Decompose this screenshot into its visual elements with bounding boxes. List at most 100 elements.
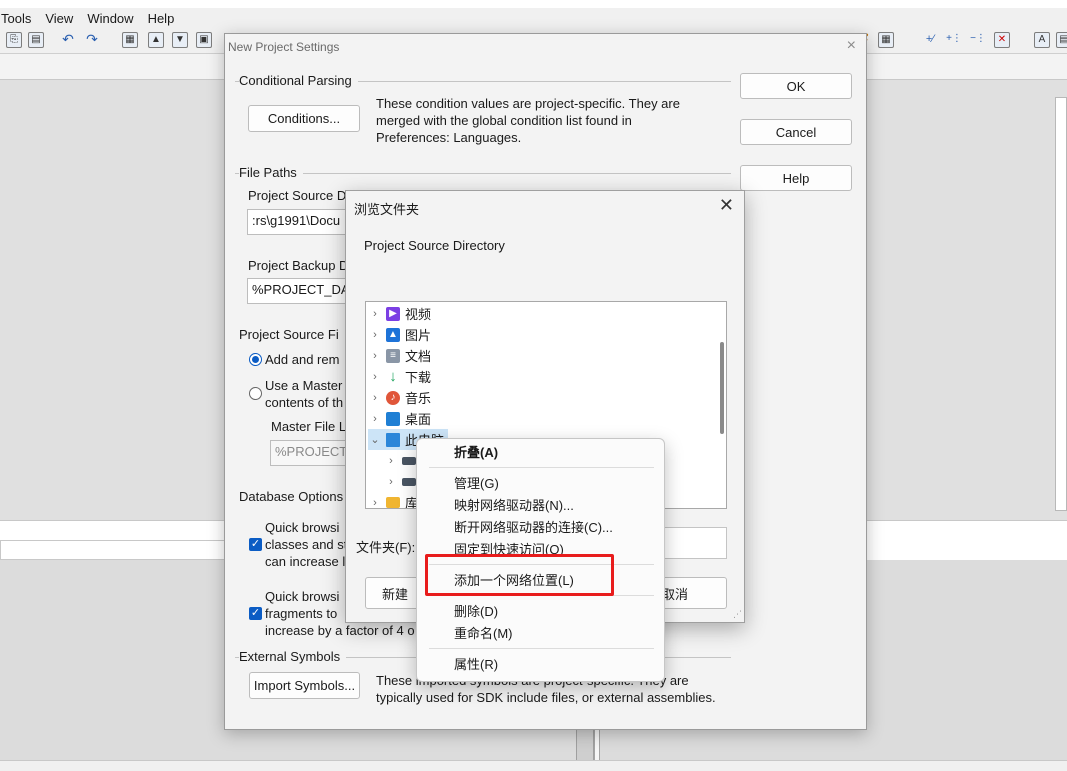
database-options-heading: Database Options bbox=[239, 489, 344, 504]
ok-button[interactable]: OK bbox=[740, 73, 852, 99]
music-icon: ♪ bbox=[386, 390, 400, 405]
library-folder-icon bbox=[386, 497, 400, 508]
chevron-right-icon[interactable]: › bbox=[368, 413, 382, 425]
resize-grip-icon[interactable]: ⋰ bbox=[733, 609, 742, 620]
chevron-right-icon[interactable]: › bbox=[384, 476, 398, 488]
paste-icon[interactable]: ▤ bbox=[28, 32, 44, 48]
picture-icon: ▲ bbox=[386, 327, 400, 342]
chevron-right-icon[interactable]: › bbox=[368, 350, 382, 362]
master-file-option-label: Use a Master contents of th bbox=[265, 377, 343, 411]
menu-item-disconnect-drive[interactable]: 断开网络驱动器的连接(C)... bbox=[454, 518, 613, 538]
add-remove-label: Add and rem bbox=[265, 352, 340, 367]
font-icon[interactable]: A bbox=[1034, 32, 1050, 48]
master-file-label: Master File L bbox=[271, 419, 347, 434]
chevron-right-icon[interactable]: › bbox=[368, 308, 382, 320]
more-icon[interactable]: ▤ bbox=[1056, 32, 1067, 48]
browse-icon[interactable]: ▦ bbox=[122, 32, 138, 48]
close-icon[interactable]: × bbox=[847, 37, 856, 55]
quick-browse-text-2c: increase by a factor of 4 o bbox=[265, 623, 415, 638]
chevron-right-icon[interactable]: › bbox=[368, 392, 382, 404]
option-line: contents of th bbox=[265, 395, 344, 410]
view-icon[interactable]: ▣ bbox=[196, 32, 212, 48]
export-icon[interactable]: ▲ bbox=[148, 32, 164, 48]
menu-item-manage[interactable]: 管理(G) bbox=[454, 474, 499, 494]
tree-scrollbar-thumb[interactable] bbox=[720, 342, 724, 434]
menu-separator bbox=[429, 467, 654, 468]
drive-icon bbox=[402, 477, 416, 486]
tree-item-label: 下载 bbox=[405, 370, 432, 385]
computer-icon bbox=[386, 432, 400, 447]
backup-dir-field[interactable]: %PROJECT_DAT bbox=[247, 278, 357, 304]
description-line: These condition values are project-speci… bbox=[376, 96, 680, 111]
add-remove-radio[interactable] bbox=[249, 353, 262, 366]
source-files-heading: Project Source Fi bbox=[239, 327, 339, 342]
tree-item-pictures[interactable]: › ▲ 图片 bbox=[368, 324, 431, 345]
quick-browse-checkbox-2[interactable]: ✓ bbox=[249, 607, 262, 620]
group-divider bbox=[235, 173, 731, 174]
menu-item-map-drive[interactable]: 映射网络驱动器(N)... bbox=[454, 496, 574, 516]
import-symbols-button[interactable]: Import Symbols... bbox=[249, 672, 360, 699]
description-line: typically used for SDK include files, or… bbox=[376, 690, 716, 705]
chevron-right-icon[interactable]: › bbox=[368, 329, 382, 341]
quick-browse-text-2b: fragments to bbox=[265, 606, 338, 621]
tree-item-videos[interactable]: › ▶ 视频 bbox=[368, 303, 431, 324]
redo-icon[interactable]: ↷ bbox=[84, 32, 100, 48]
menu-item-delete[interactable]: 删除(D) bbox=[454, 602, 498, 622]
cancel-label: 取消 bbox=[661, 586, 688, 602]
description-line: Preferences: Languages. bbox=[376, 130, 522, 145]
copy-icon[interactable]: ⎘ bbox=[6, 32, 22, 48]
status-bar bbox=[0, 760, 1067, 771]
menu-window[interactable]: Window bbox=[86, 11, 138, 26]
side-panel bbox=[1055, 97, 1067, 511]
quick-browse-checkbox-1[interactable]: ✓ bbox=[249, 538, 262, 551]
cancel-button[interactable]: Cancel bbox=[740, 119, 852, 145]
undo-icon[interactable]: ↶ bbox=[60, 32, 76, 48]
help-button[interactable]: Help bbox=[740, 165, 852, 191]
menu-view[interactable]: View bbox=[44, 11, 78, 26]
tree-item-label: 图片 bbox=[405, 328, 432, 343]
desktop-icon bbox=[386, 411, 400, 426]
description-line: merged with the global condition list fo… bbox=[376, 113, 632, 128]
menu-help[interactable]: Help bbox=[147, 11, 180, 26]
menu-tools[interactable]: Tools bbox=[0, 11, 36, 26]
delete-icon[interactable]: ✕ bbox=[994, 32, 1010, 48]
master-file-field[interactable]: %PROJECT_ bbox=[270, 440, 350, 466]
download-icon: ↓ bbox=[389, 368, 397, 385]
menu-item-rename[interactable]: 重命名(M) bbox=[454, 624, 513, 644]
tree-item-downloads[interactable]: › ↓ 下载 bbox=[368, 366, 431, 387]
tree-item-documents[interactable]: › ≡ 文档 bbox=[368, 345, 431, 366]
video-icon: ▶ bbox=[386, 306, 400, 321]
close-icon[interactable]: ✕ bbox=[719, 195, 734, 216]
new-folder-label: 新建 bbox=[381, 586, 408, 602]
chevron-right-icon[interactable]: › bbox=[368, 497, 382, 509]
menu-separator bbox=[429, 648, 654, 649]
conditions-button[interactable]: Conditions... bbox=[248, 105, 360, 132]
lower-panel-field bbox=[0, 540, 225, 560]
backup-dir-label: Project Backup D bbox=[248, 258, 349, 273]
quick-browse-text-1: Quick browsi bbox=[265, 520, 340, 535]
chevron-right-icon[interactable]: › bbox=[368, 371, 382, 383]
option-line: Use a Master bbox=[265, 378, 343, 393]
remove-lines-icon[interactable]: −⋮ bbox=[970, 32, 986, 48]
tree-scrollbar[interactable] bbox=[718, 306, 724, 504]
tree-item-desktop[interactable]: › 桌面 bbox=[368, 408, 431, 429]
grid-icon[interactable]: ▦ bbox=[878, 32, 894, 48]
tree-item-music[interactable]: › ♪ 音乐 bbox=[368, 387, 431, 408]
menu-item-properties[interactable]: 属性(R) bbox=[454, 655, 498, 675]
tree-item-libraries[interactable]: › 库 bbox=[368, 492, 418, 509]
browse-dialog-title: 浏览文件夹 bbox=[354, 202, 420, 217]
chevron-down-icon[interactable]: ⌄ bbox=[368, 433, 382, 446]
conditions-description: These condition values are project-speci… bbox=[376, 95, 680, 146]
source-dir-field[interactable]: :rs\g1991\Docu bbox=[247, 209, 357, 235]
master-file-radio[interactable] bbox=[249, 387, 262, 400]
insert-lines-icon[interactable]: +⋮ bbox=[946, 32, 962, 48]
import-icon[interactable]: ▼ bbox=[172, 32, 188, 48]
drive-icon bbox=[402, 456, 416, 465]
menu-item-collapse[interactable]: 折叠(A) bbox=[454, 443, 498, 463]
conditional-parsing-heading: Conditional Parsing bbox=[239, 73, 358, 88]
file-paths-heading: File Paths bbox=[239, 165, 303, 180]
add-mark-icon[interactable]: +⁄ bbox=[922, 32, 938, 48]
chevron-right-icon[interactable]: › bbox=[384, 455, 398, 467]
quick-browse-text-2: Quick browsi bbox=[265, 589, 340, 604]
annotation-highlight-box bbox=[425, 554, 614, 596]
